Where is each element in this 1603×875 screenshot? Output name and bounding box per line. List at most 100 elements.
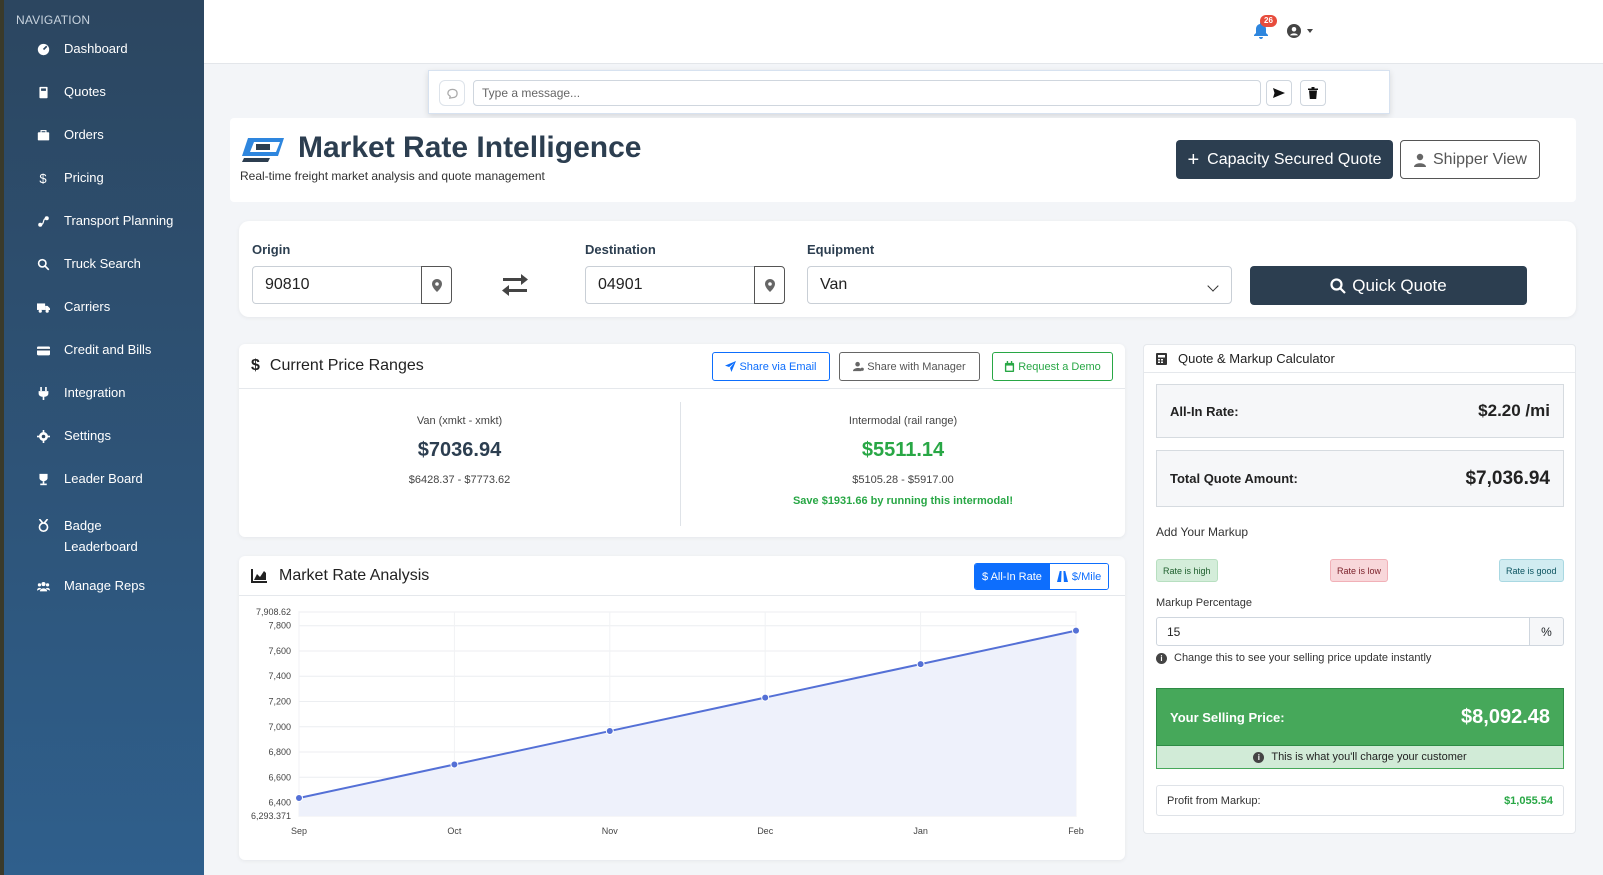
user-icon: [1414, 153, 1426, 167]
paper-plane-icon: [725, 361, 737, 372]
sidebar-item-label: Badge Leaderboard: [64, 518, 138, 554]
chat-bar: [428, 70, 1390, 114]
info-icon: i: [1253, 751, 1265, 763]
y-tick-label: 7,800: [268, 621, 291, 631]
calendar-icon: [1005, 361, 1015, 372]
users-icon: [36, 579, 50, 593]
y-tick-label: 7,400: [268, 671, 291, 681]
sidebar-item-transport-planning[interactable]: Transport Planning: [4, 214, 204, 257]
data-point[interactable]: [295, 793, 303, 802]
y-tick-label: 6,800: [268, 747, 291, 757]
quick-quote-button[interactable]: Quick Quote: [1250, 266, 1527, 305]
calculator-icon: [36, 85, 50, 99]
selling-price-box: Your Selling Price: $8,092.48: [1156, 688, 1564, 746]
price-ranges-card: $ Current Price Ranges Share via Email S…: [239, 344, 1125, 537]
chat-message-input[interactable]: [473, 80, 1261, 106]
sidebar-item-badge-leaderboard[interactable]: Badge Leaderboard: [4, 515, 204, 579]
x-tick-label: Jan: [913, 826, 928, 836]
swap-locations-icon[interactable]: [501, 273, 529, 297]
all-in-rate-toggle[interactable]: $ All-In Rate: [975, 564, 1049, 589]
analysis-title: Market Rate Analysis: [251, 567, 429, 585]
search-icon: [1330, 277, 1347, 294]
data-point[interactable]: [1072, 626, 1080, 635]
profit-row: Profit from Markup: $1,055.54: [1156, 785, 1564, 816]
all-in-rate-row: All-In Rate: $2.20 /mi: [1156, 384, 1564, 438]
y-tick-label: 6,293.371: [251, 811, 291, 821]
y-tick-label: 6,600: [268, 772, 291, 782]
market-rate-chart: 7,908.62 7,800 7,600 7,400 7,200 7,000 6,800 6,…: [251, 607, 1084, 836]
page-header: Market Rate Intelligence Real-time freig…: [230, 118, 1576, 202]
data-point[interactable]: [916, 660, 925, 669]
capacity-secured-quote-button[interactable]: + Capacity Secured Quote: [1176, 140, 1393, 179]
origin-locate-button[interactable]: [421, 266, 452, 304]
rate-good-pill[interactable]: Rate is good: [1499, 559, 1564, 582]
user-gear-icon: [853, 361, 865, 372]
sidebar-item-leader-board[interactable]: Leader Board: [4, 472, 204, 515]
sidebar-item-label: Orders: [64, 127, 104, 142]
data-point[interactable]: [450, 760, 459, 769]
sidebar-item-pricing[interactable]: $ Pricing: [4, 171, 204, 214]
profit-value: $1,055.54: [1504, 794, 1553, 807]
sidebar-item-settings[interactable]: Settings: [4, 429, 204, 472]
data-point[interactable]: [761, 693, 770, 702]
sidebar-item-quotes[interactable]: Quotes: [4, 85, 204, 128]
request-demo-button[interactable]: Request a Demo: [992, 352, 1113, 381]
trash-icon: [1308, 87, 1318, 99]
sidebar-item-label: Truck Search: [64, 256, 141, 271]
rate-low-pill[interactable]: Rate is low: [1330, 559, 1389, 582]
sidebar-item-orders[interactable]: Orders: [4, 128, 204, 171]
chat-bubble-icon[interactable]: [439, 80, 465, 106]
sidebar-item-label: Settings: [64, 428, 111, 443]
x-tick-label: Sep: [291, 826, 307, 836]
map-pin-icon: [764, 278, 775, 292]
sidebar-item-credit-and-bills[interactable]: Credit and Bills: [4, 343, 204, 386]
van-price-value: $7036.94: [417, 439, 502, 461]
shipper-view-button[interactable]: Shipper View: [1400, 140, 1540, 179]
sidebar-item-carriers[interactable]: Carriers: [4, 300, 204, 343]
van-range-label: Van (xmkt - xmkt): [416, 415, 503, 427]
per-mile-toggle[interactable]: $/Mile: [1048, 564, 1109, 589]
user-menu[interactable]: [1287, 24, 1313, 38]
plug-icon: [36, 386, 50, 400]
analysis-title-text: Market Rate Analysis: [279, 567, 430, 584]
sidebar-item-dashboard[interactable]: Dashboard: [4, 42, 204, 85]
share-via-email-button[interactable]: Share via Email: [712, 352, 830, 381]
y-tick-label: 7,908.62: [256, 607, 291, 617]
quick-quote-label: Quick Quote: [1352, 275, 1447, 295]
send-icon: [1273, 88, 1285, 98]
rate-high-pill[interactable]: Rate is high: [1156, 559, 1218, 582]
selling-price-value: $8,092.48: [1461, 705, 1550, 728]
dollar-icon: $: [39, 170, 47, 186]
share-with-manager-button[interactable]: Share with Manager: [839, 352, 980, 381]
per-mile-label: $/Mile: [1071, 570, 1102, 583]
map-pin-icon: [431, 278, 442, 292]
equipment-selected-value: Van: [820, 276, 848, 293]
sidebar-item-manage-reps[interactable]: Manage Reps: [4, 579, 204, 622]
share-via-email-label: Share via Email: [739, 360, 817, 373]
data-point[interactable]: [605, 727, 614, 736]
page-subtitle: Real-time freight market analysis and qu…: [240, 169, 545, 183]
notification-count-badge: 26: [1260, 15, 1277, 27]
destination-input[interactable]: 04901: [585, 266, 755, 304]
y-tick-label: 7,600: [268, 646, 291, 656]
y-tick-label: 7,200: [268, 696, 291, 706]
x-tick-label: Feb: [1068, 826, 1084, 836]
markup-percentage-input[interactable]: 15: [1156, 617, 1530, 646]
destination-locate-button[interactable]: [754, 266, 785, 304]
quote-markup-calculator: Quote & Markup Calculator All-In Rate: $…: [1143, 344, 1576, 834]
origin-input[interactable]: 90810: [252, 266, 422, 304]
y-tick-label: 6,400: [268, 798, 291, 808]
capacity-secured-quote-label: Capacity Secured Quote: [1207, 150, 1382, 168]
sidebar-item-label: Carriers: [64, 299, 111, 314]
equipment-select[interactable]: Van: [807, 266, 1232, 304]
delete-button[interactable]: [1300, 80, 1326, 106]
sidebar-item-label: Pricing: [64, 170, 104, 185]
sidebar-item-label: Transport Planning: [64, 213, 174, 228]
sidebar-item-truck-search[interactable]: Truck Search: [4, 257, 204, 300]
sidebar-item-integration[interactable]: Integration: [4, 386, 204, 429]
total-quote-value: $7,036.94: [1465, 467, 1550, 489]
send-button[interactable]: [1266, 80, 1292, 106]
credit-card-icon: [36, 343, 50, 357]
request-demo-label: Request a Demo: [1018, 360, 1101, 373]
intermodal-price-range: $5105.28 - $5917.00: [852, 474, 954, 486]
